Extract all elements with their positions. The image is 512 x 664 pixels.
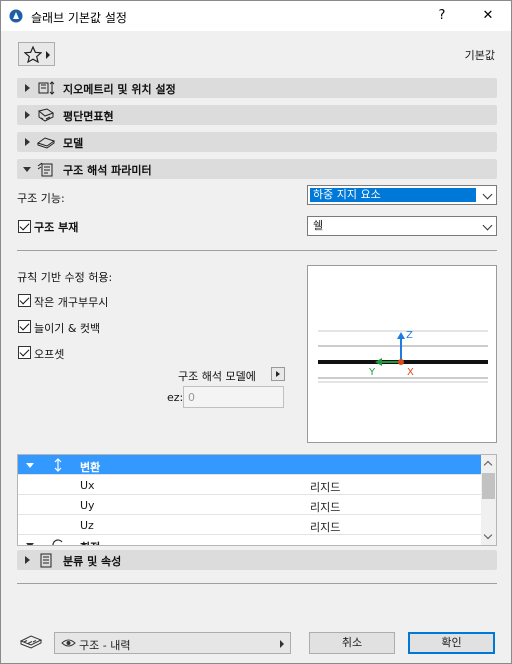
app-logo-icon [9, 9, 23, 23]
row-name: Uz [80, 519, 94, 532]
ignore-small-openings-label: 작은 개구부무시 [34, 296, 109, 309]
table-row[interactable]: Uy 리지드 [18, 495, 482, 515]
collapse-triangle-icon [26, 463, 34, 468]
slab-default-settings-dialog: 슬래브 기본값 설정 ? ✕ 기본값 지오메트리 및 위치 설정 평단면표현 모… [0, 0, 512, 664]
slab-tool-icon [19, 635, 43, 649]
degrees-of-freedom-table: 변환 Ux 리지드 Uy 리지드 Uz 리지드 회전 [17, 454, 497, 546]
axis-z-label: Z [406, 330, 413, 341]
table-row-translation[interactable]: 변환 [18, 455, 482, 475]
structural-function-label: 구조 기능: [17, 192, 65, 205]
ez-label: ez: [167, 391, 184, 404]
divider [17, 250, 497, 251]
section-model-label: 모델 [63, 137, 84, 150]
ok-button[interactable]: 확인 [408, 632, 495, 654]
structural-function-select[interactable]: 하중 지지 요소 [307, 185, 497, 205]
model-icon [37, 137, 55, 149]
structural-analysis-icon [37, 162, 53, 177]
chevron-down-icon [482, 189, 493, 200]
star-icon [24, 46, 42, 63]
section-classification-label: 분류 및 속성 [63, 555, 122, 568]
section-geometry-label: 지오메트리 및 위치 설정 [63, 83, 176, 96]
expand-triangle-icon [25, 138, 30, 146]
structural-member-value: 쉘 [313, 219, 324, 232]
structural-member-label: 구조 부재 [34, 221, 79, 234]
divider [17, 583, 497, 584]
floorplan-icon [37, 108, 55, 122]
close-button[interactable]: ✕ [465, 1, 511, 31]
table-row-rotation[interactable]: 회전 [18, 535, 482, 545]
chevron-right-icon [46, 51, 50, 59]
title-bar: 슬래브 기본값 설정 ? ✕ [1, 1, 511, 31]
table-scrollbar[interactable] [481, 455, 496, 545]
chevron-down-icon [482, 220, 493, 231]
section-floorplan-label: 평단면표현 [63, 110, 114, 123]
section-classification[interactable]: 분류 및 속성 [17, 550, 497, 570]
rotation-icon [52, 539, 63, 545]
analysis-model-arrow-button[interactable] [271, 367, 285, 381]
axis-x-label: X [407, 367, 414, 378]
section-floorplan[interactable]: 평단면표현 [17, 105, 497, 125]
eye-icon [61, 639, 76, 647]
section-structural[interactable]: 구조 해석 파라미터 [17, 159, 497, 179]
axis-y-label: Y [368, 367, 376, 378]
help-button[interactable]: ? [419, 1, 465, 31]
scroll-down-icon[interactable] [483, 530, 493, 540]
partial-row-label: 회전 [80, 539, 100, 545]
stretch-cutback-checkbox[interactable] [18, 320, 31, 333]
rule-based-label: 규칙 기반 수정 허용: [17, 271, 113, 284]
window-title: 슬래브 기본값 설정 [31, 11, 127, 25]
view-layer-select[interactable]: 구조 - 내력 [54, 632, 291, 654]
geometry-icon [38, 81, 55, 95]
section-geometry[interactable]: 지오메트리 및 위치 설정 [17, 78, 497, 98]
section-model[interactable]: 모델 [17, 132, 497, 152]
structural-member-select[interactable]: 쉘 [307, 216, 497, 236]
ez-input[interactable]: 0 [183, 386, 284, 408]
slab-axis-preview: Z Y X [307, 265, 497, 443]
ignore-small-openings-checkbox[interactable] [18, 294, 31, 307]
favorites-button[interactable] [18, 42, 55, 66]
structural-member-checkbox[interactable] [18, 220, 31, 233]
row-name: Uy [80, 499, 95, 512]
offset-checkbox[interactable] [18, 346, 31, 359]
offset-label: 오프셋 [34, 348, 65, 361]
scroll-up-icon[interactable] [483, 460, 493, 470]
expand-triangle-icon [25, 556, 30, 564]
collapse-triangle-icon [26, 543, 34, 545]
axis-preview-graphic: Z Y X [318, 330, 488, 383]
view-layer-value: 구조 - 내력 [79, 639, 131, 652]
table-row[interactable]: Ux 리지드 [18, 475, 482, 495]
structural-function-value: 하중 지지 요소 [310, 188, 476, 202]
collapse-triangle-icon [23, 167, 31, 172]
row-value: 리지드 [310, 521, 341, 534]
section-structural-label: 구조 해석 파라미터 [63, 164, 152, 177]
defaults-label: 기본값 [464, 49, 495, 62]
analysis-model-label: 구조 해석 모델에 [178, 370, 256, 383]
scroll-thumb[interactable] [482, 473, 495, 499]
vertical-arrows-icon [54, 458, 62, 472]
row-name: Ux [80, 479, 95, 492]
stretch-cutback-label: 늘이기 & 컷백 [34, 322, 101, 335]
row-value: 리지드 [310, 501, 341, 514]
table-header-label: 변환 [80, 461, 101, 474]
classification-icon [40, 553, 52, 568]
table-row[interactable]: Uz 리지드 [18, 515, 482, 535]
expand-triangle-icon [25, 84, 30, 92]
row-value: 리지드 [310, 481, 341, 494]
expand-triangle-icon [25, 111, 30, 119]
cancel-button[interactable]: 취소 [309, 632, 395, 654]
chevron-right-icon [280, 640, 284, 648]
